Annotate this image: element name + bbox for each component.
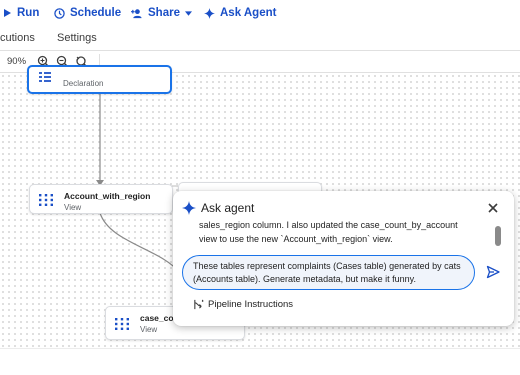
zoom-level: 90% [7,56,27,67]
panel-title: Ask agent [201,201,255,215]
ask-agent-button[interactable]: Ask Agent [204,6,276,20]
sparkle-icon [204,7,215,19]
account-with-region-node[interactable]: Account_with_region View [29,184,173,214]
share-button[interactable]: Share [130,6,192,20]
scrollbar[interactable] [495,226,501,246]
top-toolbar: Run Schedule Share Ask Agent [0,0,520,25]
run-label: Run [17,7,40,19]
instructions-icon [194,299,204,310]
sparkle-icon [182,201,196,215]
view-icon [39,194,53,206]
declaration-node[interactable]: Declaration [27,65,172,94]
prompt-input[interactable]: These tables represent complaints (Cases… [182,255,475,290]
caret-down-icon [184,10,192,16]
ask-agent-panel: Ask agent sales_region column. I also up… [173,191,514,326]
tab-bar: cutions Settings [0,25,520,51]
agent-message: sales_region column. I also updated the … [199,220,489,250]
schedule-label: Schedule [70,7,122,19]
close-icon[interactable] [486,201,500,215]
account-node-title: Account_with_region [64,191,151,201]
person-add-icon [131,8,142,18]
declaration-node-subtitle: Declaration [63,79,104,88]
send-icon[interactable] [486,265,500,279]
schedule-button[interactable]: Schedule [54,6,121,20]
clock-icon [54,7,65,19]
run-button[interactable]: Run [2,6,39,20]
case-node-subtitle: View [140,325,158,334]
tab-executions[interactable]: cutions [0,32,35,44]
agent-message-line-2: view to use the new `Account_with_region… [199,234,393,244]
pipeline-instructions-label: Pipeline Instructions [208,299,294,310]
agent-message-line-1: sales_region column. I also updated the … [199,220,458,230]
share-label: Share [148,7,180,19]
view-icon [115,318,129,330]
edge-account-to-case [99,212,181,274]
pipeline-instructions-button[interactable]: Pipeline Instructions [193,299,293,310]
play-icon [4,9,11,17]
tab-settings[interactable]: Settings [57,32,97,44]
account-node-subtitle: View [64,203,82,212]
declaration-icon [39,72,51,82]
ask-agent-label: Ask Agent [220,7,277,19]
bottom-strip [0,348,520,375]
